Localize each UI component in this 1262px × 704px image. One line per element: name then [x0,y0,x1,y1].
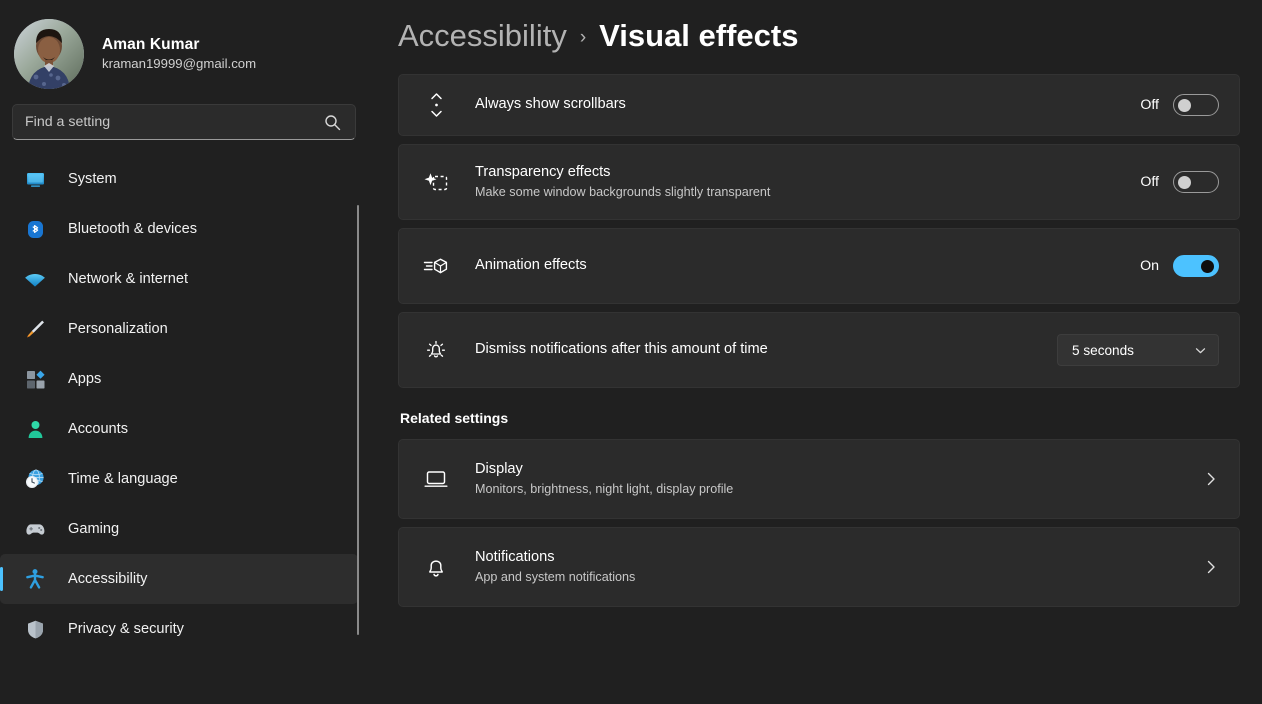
accessibility-person-icon [22,566,48,592]
setting-text: Animation effects [475,256,1140,276]
sidebar-item-accessibility[interactable]: Accessibility [0,554,358,604]
scrollbar-arrows-icon [419,92,453,118]
related-link-title: Display [475,460,523,477]
paintbrush-icon [22,316,48,342]
sidebar-item-privacy-security[interactable]: Privacy & security [0,604,358,654]
related-settings-heading: Related settings [400,410,509,426]
gamepad-icon [22,516,48,542]
user-photo-avatar-icon [14,19,84,89]
sidebar-item-bluetooth-devices[interactable]: Bluetooth & devices [0,204,358,254]
chevron-down-icon [1194,344,1207,357]
toggle-state-label: On [1140,258,1159,274]
setting-text: Always show scrollbars [475,95,1140,115]
related-link-title: Notifications [475,548,555,565]
sidebar-item-label: Gaming [68,521,120,537]
search-container [0,92,370,140]
chevron-right-icon [1203,559,1219,575]
search-box[interactable] [12,104,356,140]
related-link-display[interactable]: Display Monitors, brightness, night ligh… [398,439,1240,519]
dismiss-notifications-dropdown[interactable]: 5 seconds [1057,334,1219,366]
bell-icon [419,555,453,579]
sidebar-item-label: Accessibility [68,571,148,587]
setting-row-always-show-scrollbars[interactable]: Always show scrollbars Off [398,74,1240,136]
sidebar-scrollbar[interactable] [357,205,359,635]
setting-row-dismiss-notifications[interactable]: Dismiss notifications after this amount … [398,312,1240,388]
settings-window: Aman Kumar kraman19999@gmail.com Find a … [0,0,1262,704]
system-monitor-icon [22,166,48,192]
ringing-bell-icon [419,337,453,363]
related-link-text: Notifications App and system notificatio… [475,548,1203,587]
page-title: Visual effects [599,18,799,53]
apps-grid-icon [22,366,48,392]
related-link-subtitle: App and system notifications [475,570,636,585]
setting-row-animation-effects[interactable]: Animation effects On [398,228,1240,304]
sidebar-item-label: Apps [68,371,102,387]
sidebar-item-gaming[interactable]: Gaming [0,504,358,554]
dropdown-selected-value: 5 seconds [1072,342,1134,358]
setting-control: Off [1140,94,1219,116]
breadcrumb-parent[interactable]: Accessibility [398,18,567,54]
sidebar: Aman Kumar kraman19999@gmail.com Find a … [0,0,370,704]
account-name: Aman Kumar [102,36,200,54]
clock-globe-icon [22,466,48,492]
setting-title: Always show scrollbars [475,96,626,113]
setting-title: Transparency effects [475,163,611,180]
setting-control: Off [1140,171,1219,193]
setting-title: Dismiss notifications after this amount … [475,341,768,358]
toggle-state-label: Off [1140,97,1159,113]
motion-cube-icon [419,255,453,277]
shield-icon [22,616,48,642]
sparkle-dashed-square-icon [419,170,453,194]
sidebar-item-label: Time & language [68,471,178,487]
wifi-icon [22,266,48,292]
account-text: Aman Kumar kraman19999@gmail.com [102,35,256,73]
sidebar-item-accounts[interactable]: Accounts [0,404,358,454]
setting-row-transparency-effects[interactable]: Transparency effects Make some window ba… [398,144,1240,220]
account-email: kraman19999@gmail.com [102,56,257,72]
setting-subtitle: Make some window backgrounds slightly tr… [475,185,771,200]
person-icon [22,416,48,442]
chevron-right-icon [1203,471,1219,487]
related-link-notifications[interactable]: Notifications App and system notificatio… [398,527,1240,607]
sidebar-item-personalization[interactable]: Personalization [0,304,358,354]
sidebar-item-label: Accounts [68,421,129,437]
related-link-subtitle: Monitors, brightness, night light, displ… [475,482,734,497]
sidebar-item-label: Network & internet [68,271,189,287]
related-link-text: Display Monitors, brightness, night ligh… [475,460,1203,499]
toggle-state-label: Off [1140,174,1159,190]
setting-control: On [1140,255,1219,277]
transparency-effects-toggle[interactable] [1173,171,1219,193]
sidebar-nav: System Bluetooth & devices Network & int… [0,154,370,704]
sidebar-item-network-internet[interactable]: Network & internet [0,254,358,304]
sidebar-item-label: Personalization [68,321,168,337]
setting-title: Animation effects [475,257,587,274]
main-content: Accessibility › Visual effects Always sh… [370,0,1262,704]
account-header[interactable]: Aman Kumar kraman19999@gmail.com [0,0,370,92]
breadcrumb-separator-icon: › [579,27,587,48]
setting-text: Transparency effects Make some window ba… [475,163,1140,202]
sidebar-item-apps[interactable]: Apps [0,354,358,404]
search-icon[interactable] [324,114,341,131]
setting-text: Dismiss notifications after this amount … [475,340,1057,360]
sidebar-item-time-language[interactable]: Time & language [0,454,358,504]
bluetooth-icon [22,216,48,242]
sidebar-item-label: System [68,171,117,187]
sidebar-item-label: Bluetooth & devices [68,221,197,237]
always-show-scrollbars-toggle[interactable] [1173,94,1219,116]
breadcrumb: Accessibility › Visual effects [398,0,1240,74]
monitor-icon [419,468,453,490]
avatar[interactable] [14,19,84,89]
search-input[interactable] [13,114,324,130]
sidebar-item-system[interactable]: System [0,154,358,204]
sidebar-item-label: Privacy & security [68,621,184,637]
animation-effects-toggle[interactable] [1173,255,1219,277]
setting-control: 5 seconds [1057,334,1219,366]
